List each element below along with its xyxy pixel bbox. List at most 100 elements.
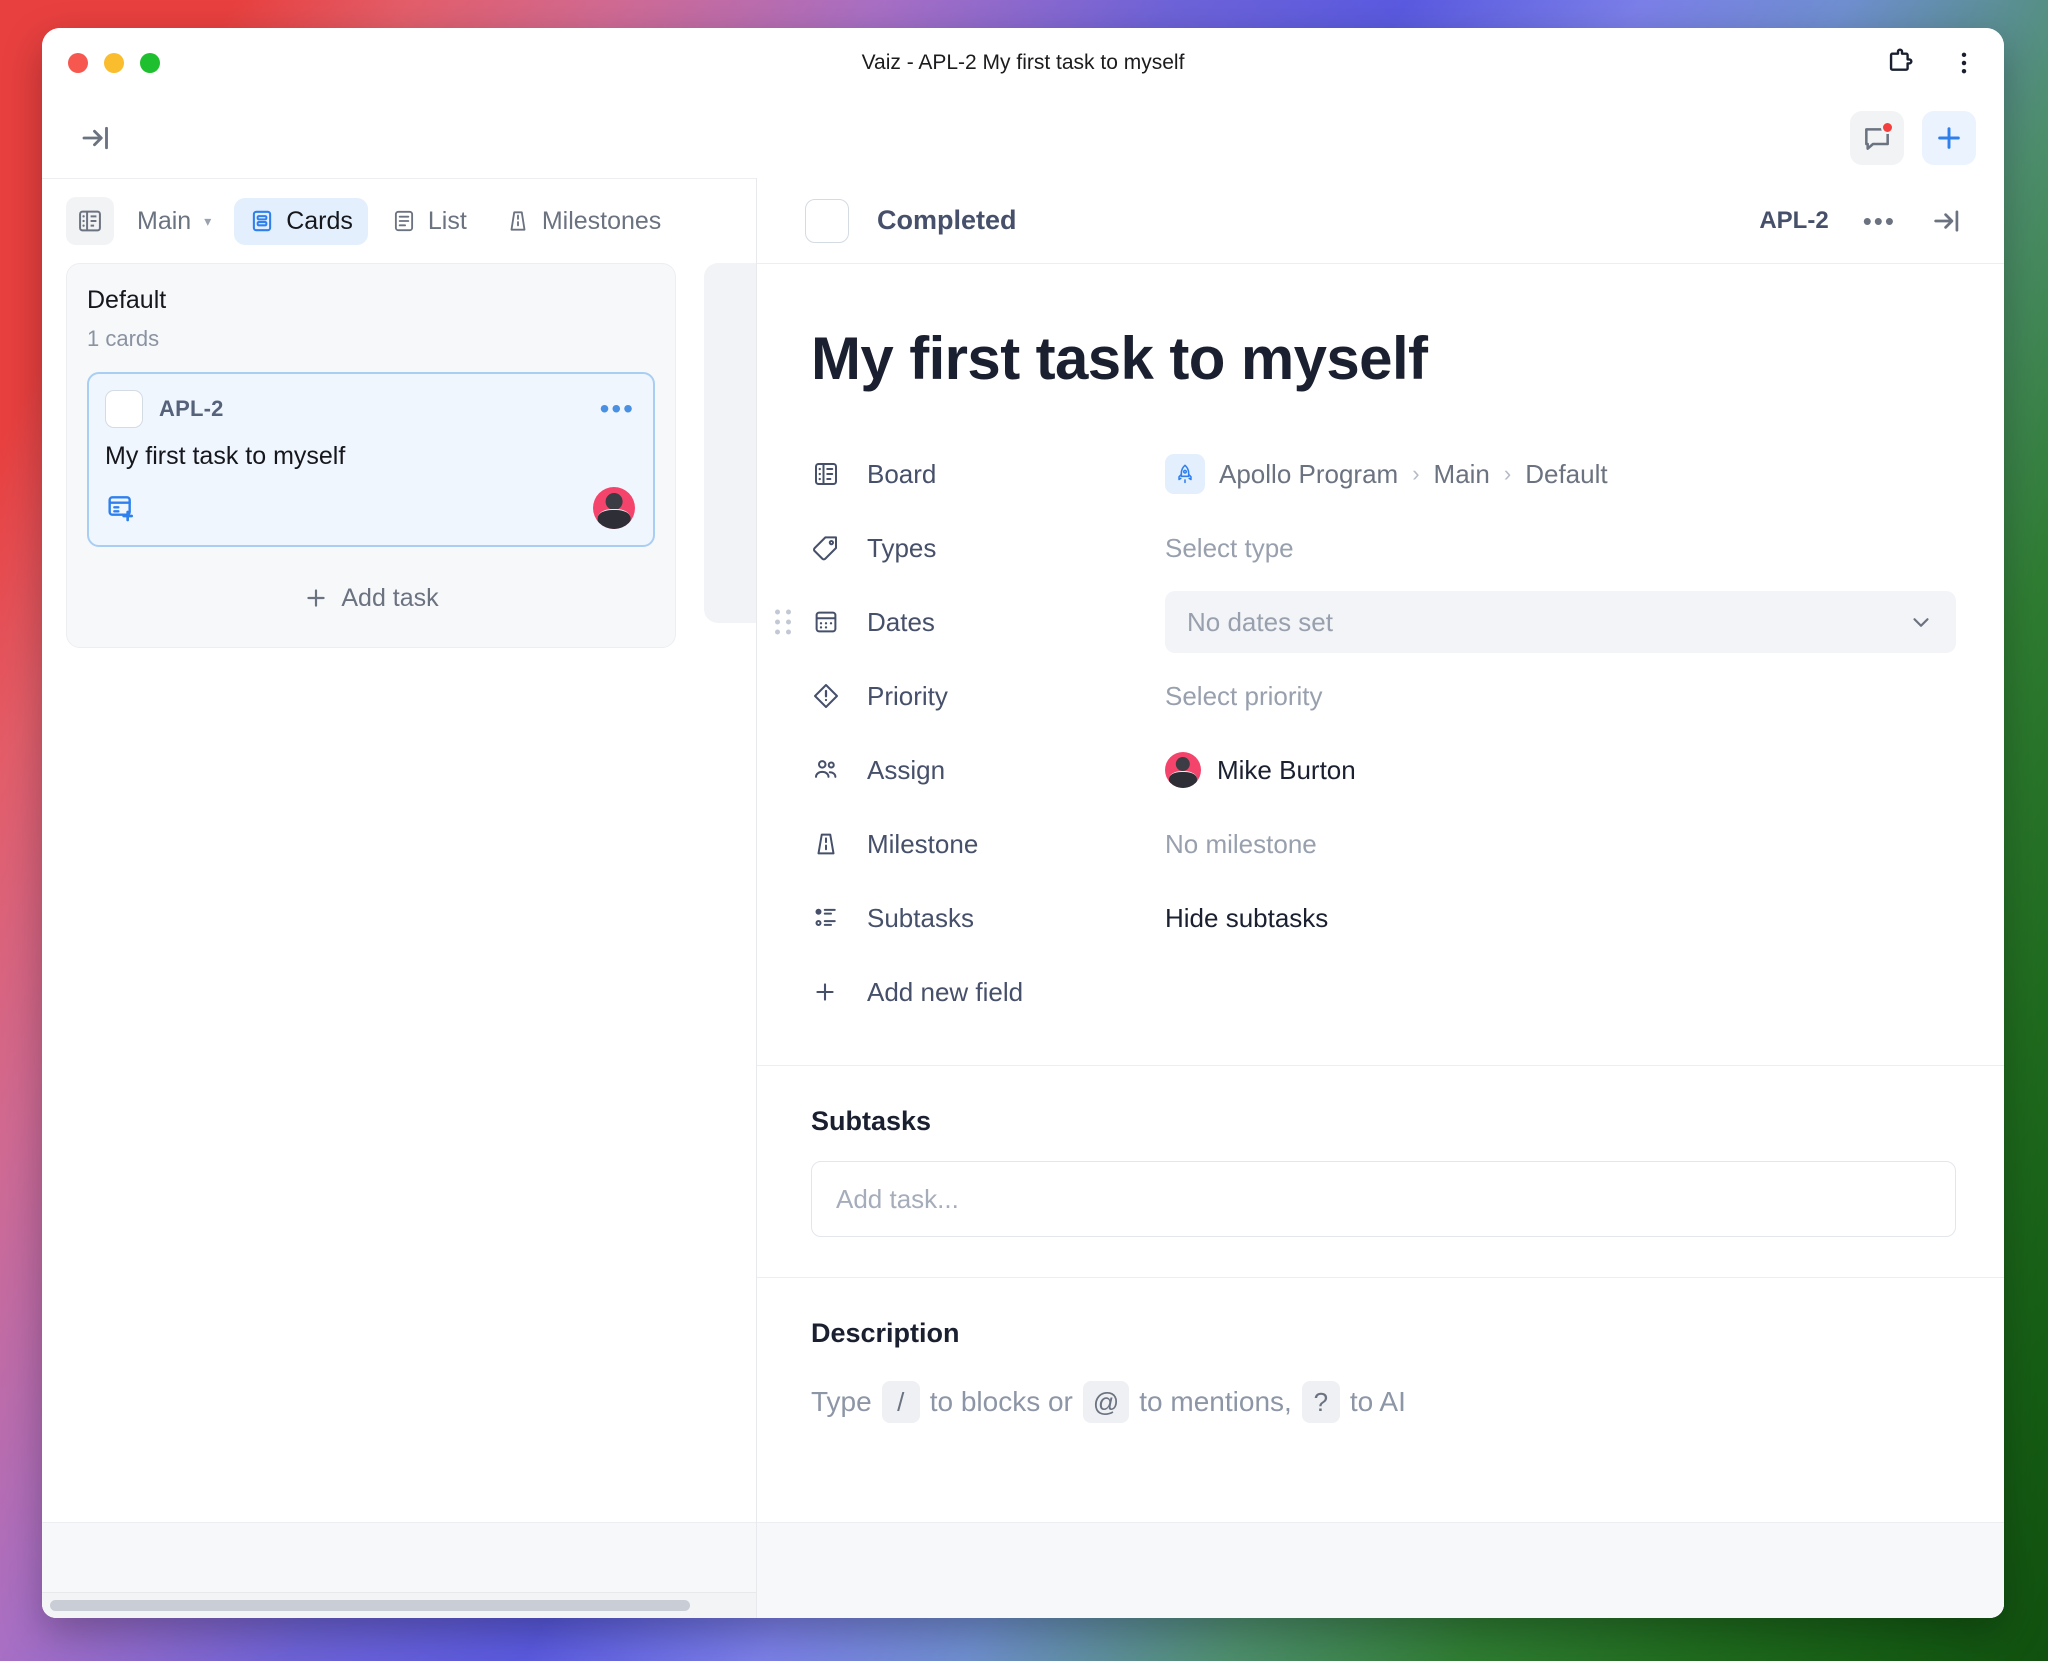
collapse-sidebar-icon[interactable]: [78, 120, 114, 156]
property-priority: Priority Select priority: [811, 659, 1956, 733]
comments-button[interactable]: [1850, 111, 1904, 165]
maximize-window-button[interactable]: [140, 53, 160, 73]
milestone-icon: [505, 208, 531, 234]
board-selector[interactable]: Main ▾: [122, 198, 226, 245]
board-breadcrumb[interactable]: Apollo Program › Main › Default: [1165, 454, 1608, 494]
board-view-tabs: Main ▾ Cards List Milestones: [42, 179, 756, 263]
add-task-label: Add task: [341, 583, 439, 612]
types-value[interactable]: Select type: [1165, 533, 1294, 564]
avatar: [1165, 752, 1201, 788]
puzzle-icon[interactable]: [1884, 47, 1916, 79]
kebab-menu-icon[interactable]: [1950, 49, 1978, 77]
plus-icon: [307, 589, 326, 607]
task-detail-pane: Completed APL-2 ••• My first task to mys…: [756, 178, 2004, 1618]
board-grid-icon[interactable]: [66, 197, 114, 245]
collapse-panel-icon[interactable]: [1930, 204, 1964, 238]
description-section: Description Type / to blocks or @ to men…: [757, 1277, 2004, 1463]
minimize-window-button[interactable]: [104, 53, 124, 73]
priority-value[interactable]: Select priority: [1165, 681, 1323, 712]
property-board-label: Board: [867, 458, 937, 489]
board-column-next[interactable]: [704, 263, 756, 623]
board-selector-label: Main: [137, 206, 192, 235]
board-pane: Main ▾ Cards List Milestones Default 1 c…: [42, 179, 756, 1618]
card-key: APL-2: [159, 396, 224, 421]
add-new-field-row[interactable]: Add new field: [811, 955, 1956, 1029]
milestone-value[interactable]: No milestone: [1165, 829, 1317, 860]
subtasks-section-title: Subtasks: [811, 1106, 932, 1136]
breadcrumb-item-1[interactable]: Apollo Program: [1219, 459, 1398, 490]
horizontal-scrollbar[interactable]: [42, 1592, 756, 1618]
tab-milestones[interactable]: Milestones: [490, 198, 677, 245]
property-priority-label: Priority: [867, 680, 948, 711]
property-types-label: Types: [867, 532, 937, 563]
add-new-field-label: Add new field: [867, 976, 1024, 1007]
calendar-icon: [811, 607, 845, 637]
tab-milestones-label: Milestones: [541, 206, 662, 235]
app-toolbar: [42, 98, 2004, 178]
tab-list[interactable]: List: [376, 198, 482, 245]
property-milestone-label: Milestone: [867, 828, 979, 859]
subtasks-icon: [811, 903, 845, 933]
breadcrumb-item-2[interactable]: Main: [1434, 459, 1490, 490]
board-grid-icon: [811, 459, 845, 489]
avatar[interactable]: [593, 487, 635, 529]
at-key-chip: @: [1082, 1381, 1130, 1423]
plus-icon: [811, 978, 845, 1006]
board-column-default: Default 1 cards APL-2 ••• My first task …: [66, 263, 676, 648]
column-card-count: 1 cards: [87, 326, 160, 351]
notification-badge: [1881, 121, 1894, 134]
desc-part-1: Type: [811, 1386, 872, 1417]
chevron-right-icon: ›: [1503, 461, 1512, 486]
card-title: My first task to myself: [105, 442, 346, 470]
drag-handle-icon[interactable]: [775, 609, 791, 635]
ellipsis-icon[interactable]: •••: [600, 395, 635, 423]
property-types: Types Select type: [811, 511, 1956, 585]
scrollbar-thumb[interactable]: [50, 1600, 690, 1611]
close-window-button[interactable]: [68, 53, 88, 73]
slash-key-chip: /: [881, 1381, 920, 1423]
property-dates: Dates No dates set: [775, 585, 1956, 659]
column-title: Default: [87, 286, 167, 314]
dates-value: No dates set: [1187, 606, 1333, 637]
milestone-icon: [811, 829, 845, 859]
task-properties: Board Apollo Program › Main › Default Ty…: [757, 393, 2004, 1065]
browser-window: Vaiz - APL-2 My first task to myself Mai…: [42, 28, 2004, 1618]
list-view-icon: [391, 208, 417, 234]
chevron-right-icon: ›: [1412, 461, 1420, 486]
detail-task-key: APL-2: [1759, 206, 1829, 234]
description-section-title: Description: [811, 1318, 960, 1348]
task-card[interactable]: APL-2 ••• My first task to myself: [87, 372, 655, 547]
detail-header: Completed APL-2 •••: [757, 178, 2004, 264]
chevron-down-icon: ▾: [204, 212, 212, 229]
subtask-input[interactable]: Add task...: [811, 1161, 1956, 1237]
property-assign-label: Assign: [867, 754, 946, 785]
subtasks-toggle[interactable]: Hide subtasks: [1165, 903, 1328, 934]
dates-select[interactable]: No dates set: [1165, 591, 1956, 653]
assignee-name: Mike Burton: [1217, 754, 1356, 785]
window-titlebar: Vaiz - APL-2 My first task to myself: [42, 28, 2004, 98]
add-button[interactable]: [1922, 111, 1976, 165]
add-task-button[interactable]: Add task: [87, 569, 655, 627]
ellipsis-icon[interactable]: •••: [1863, 208, 1896, 234]
window-title: Vaiz - APL-2 My first task to myself: [861, 51, 1185, 74]
detail-scroll-area: My first task to myself Board Apollo Pro…: [757, 264, 2004, 1522]
property-assign: Assign Mike Burton: [811, 733, 1956, 807]
property-dates-label: Dates: [867, 606, 935, 637]
add-subtask-icon[interactable]: [105, 492, 137, 524]
page-title[interactable]: My first task to myself: [757, 264, 2004, 393]
card-checkbox[interactable]: [105, 390, 143, 428]
desc-part-3: to mentions,: [1139, 1386, 1292, 1417]
completed-label: Completed: [877, 205, 1017, 235]
breadcrumb-item-3[interactable]: Default: [1525, 459, 1607, 490]
description-editor[interactable]: Type / to blocks or @ to mentions, ? to …: [811, 1381, 1956, 1423]
completed-checkbox[interactable]: [805, 198, 849, 243]
assignee-value[interactable]: Mike Burton: [1165, 752, 1356, 788]
subtask-input-placeholder: Add task...: [836, 1183, 959, 1214]
tab-list-label: List: [427, 206, 467, 235]
app-body: Main ▾ Cards List Milestones Default 1 c…: [42, 178, 2004, 1618]
tab-cards-label: Cards: [286, 206, 353, 235]
property-milestone: Milestone No milestone: [811, 807, 1956, 881]
desc-part-2: to blocks or: [929, 1386, 1073, 1417]
tab-cards[interactable]: Cards: [234, 197, 368, 245]
desc-part-4: to AI: [1349, 1386, 1406, 1417]
